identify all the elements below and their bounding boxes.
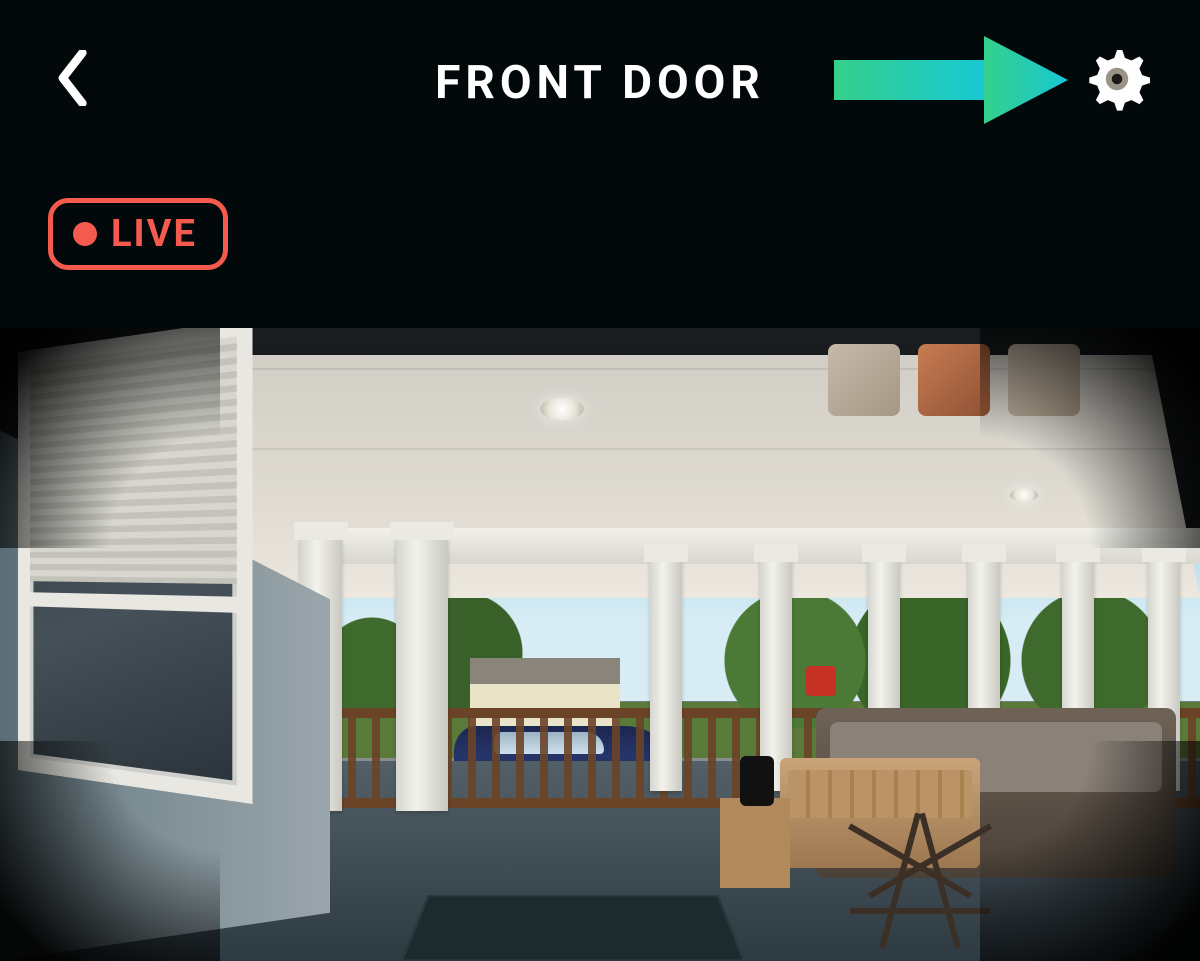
live-label: LIVE	[111, 215, 197, 253]
live-badge: LIVE	[48, 198, 228, 270]
settings-button[interactable]	[1082, 46, 1152, 116]
header: FRONT DOOR	[0, 0, 1200, 170]
record-dot-icon	[73, 222, 97, 246]
camera-scene	[0, 328, 1200, 961]
gear-icon	[1084, 46, 1150, 116]
camera-feed[interactable]	[0, 328, 1200, 961]
page-title: FRONT DOOR	[0, 56, 1200, 110]
